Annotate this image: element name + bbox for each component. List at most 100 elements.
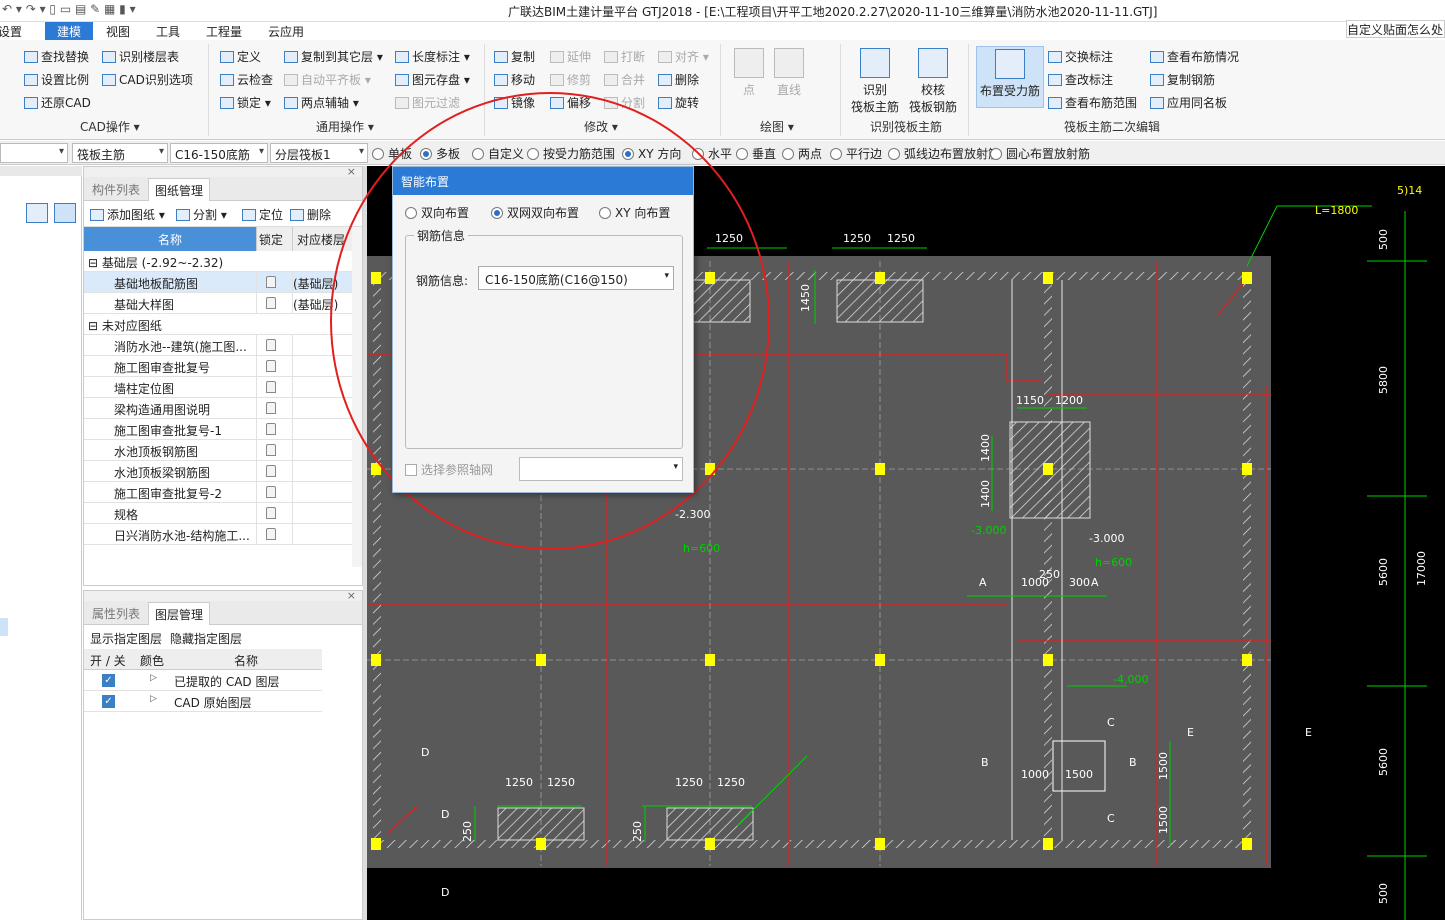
cad-options-button[interactable]: CAD识别选项 (102, 71, 193, 88)
trim-button[interactable]: 修剪 (550, 71, 591, 88)
col-name[interactable]: 名称 (84, 227, 256, 251)
lock-button[interactable]: 锁定 ▾ (220, 94, 271, 111)
menu-settings[interactable]: 设置 (0, 22, 28, 40)
mirror-button[interactable]: 镜像 (494, 94, 535, 111)
rebar-info-select[interactable]: C16-150底筋(C16@150) ▾ (478, 266, 674, 290)
tree-row[interactable]: 施工图审查批复号-2 (84, 482, 352, 503)
lock-icon[interactable] (266, 339, 276, 351)
tree-row[interactable]: 基础地板配筋图 (基础层) (84, 272, 352, 293)
lock-icon[interactable] (266, 465, 276, 477)
tree-row[interactable]: 施工图审查批复号-1 (84, 419, 352, 440)
tree-group[interactable]: ⊟ 未对应图纸 (84, 314, 352, 335)
apply-same-plate-button[interactable]: 应用同名板 (1150, 94, 1227, 111)
cad-ops-group-label[interactable]: CAD操作 ▾ (80, 118, 140, 135)
align-button[interactable]: 对齐 ▾ (658, 48, 709, 65)
slab-combo[interactable]: 分层筏板1 (270, 143, 368, 163)
menu-view[interactable]: 视图 (100, 22, 136, 40)
find-replace-button[interactable]: 查找替换 (24, 48, 89, 65)
hide-layers-link[interactable]: 隐藏指定图层 (170, 630, 242, 647)
view-rebar-info-button[interactable]: 查看布筋情况 (1150, 48, 1239, 65)
mode-radio-7[interactable]: 两点 (782, 145, 822, 162)
offset-button[interactable]: 偏移 (550, 94, 591, 111)
split-drawing-button[interactable]: 分割 ▾ (176, 206, 227, 223)
axis-select[interactable]: ▾ (519, 457, 683, 481)
delete-drawing-button[interactable]: 删除 (290, 206, 331, 223)
auto-flat-button[interactable]: 自动平齐板 ▾ (284, 71, 371, 88)
delete-button[interactable]: 删除 (658, 71, 699, 88)
tab-property-list[interactable]: 属性列表 (86, 605, 146, 622)
quick-access-icons[interactable]: ↶ ▾ ↷ ▾ ▯ ▭ ▤ ✎ ▦ ▮ ▾ (2, 2, 136, 16)
lock-icon[interactable] (266, 381, 276, 393)
copy-button[interactable]: 复制 (494, 48, 535, 65)
merge-button[interactable]: 合并 (604, 71, 645, 88)
tree-row[interactable]: 规格 (84, 503, 352, 524)
tree-row[interactable]: 消防水池--建筑(施工图... (84, 335, 352, 356)
tree-row[interactable]: 墙柱定位图 (84, 377, 352, 398)
locate-drawing-button[interactable]: 定位 (242, 206, 283, 223)
grid-view-icon[interactable] (54, 203, 76, 223)
draw-point-button[interactable]: 点 (732, 48, 766, 99)
tab-drawing-management[interactable]: 图纸管理 (148, 178, 211, 201)
element-filter-button[interactable]: 图元过滤 (395, 94, 460, 111)
tree-row[interactable]: 基础大样图 (基础层) (84, 293, 352, 314)
rebar-combo[interactable]: C16-150底筋 (170, 143, 268, 163)
lock-icon[interactable] (266, 297, 276, 309)
split-button[interactable]: 分割 (604, 94, 645, 111)
tree-row[interactable]: 水池顶板梁钢筋图 (84, 461, 352, 482)
tree-row[interactable]: 日兴消防水池-结构施工... (84, 524, 352, 545)
lock-icon[interactable] (266, 528, 276, 540)
add-drawing-button[interactable]: 添加图纸 ▾ (90, 206, 165, 223)
floor-combo[interactable] (0, 143, 68, 163)
mode-radio-3[interactable]: 按受力筋范围 (527, 145, 615, 162)
tree-row[interactable]: 梁构造通用图说明 (84, 398, 352, 419)
mode-radio-4[interactable]: XY 方向 (622, 145, 681, 162)
lock-icon[interactable] (266, 276, 276, 288)
mode-radio-6[interactable]: 垂直 (736, 145, 776, 162)
lock-icon[interactable] (266, 486, 276, 498)
mode-radio-0[interactable]: 单板 (372, 145, 412, 162)
two-point-axis-button[interactable]: 两点辅轴 ▾ (284, 94, 359, 111)
move-button[interactable]: 移动 (494, 71, 535, 88)
extend-button[interactable]: 延伸 (550, 48, 591, 65)
element-save-button[interactable]: 图元存盘 ▾ (395, 71, 470, 88)
set-scale-button[interactable]: 设置比例 (24, 71, 89, 88)
mode-radio-8[interactable]: 平行边 (830, 145, 882, 162)
lock-icon[interactable] (266, 507, 276, 519)
draw-line-button[interactable]: 直线 (772, 48, 806, 99)
menu-cloud[interactable]: 云应用 (262, 22, 310, 40)
tab-layer-management[interactable]: 图层管理 (148, 602, 211, 625)
list-view-icon[interactable] (26, 203, 48, 223)
tree-group[interactable]: ⊟ 基础层 (-2.92~-2.32) (84, 251, 352, 272)
lock-icon[interactable] (266, 360, 276, 372)
expand-icon[interactable]: ▷ (150, 694, 157, 704)
copy-to-floor-button[interactable]: 复制到其它层 ▾ (284, 48, 383, 65)
mode-xy[interactable]: XY 向布置 (599, 204, 670, 221)
check-mark-button[interactable]: 查改标注 (1048, 71, 1113, 88)
layer-row[interactable]: ✓ ▷ 已提取的 CAD 图层 (84, 670, 322, 691)
rotate-button[interactable]: 旋转 (658, 94, 699, 111)
mode-radio-10[interactable]: 圆心布置放射筋 (990, 145, 1090, 162)
identify-main-rebar-button[interactable]: 识别 筏板主筋 (848, 48, 902, 116)
modify-group-label[interactable]: 修改 ▾ (584, 118, 618, 135)
draw-group-label[interactable]: 绘图 ▾ (760, 118, 794, 135)
lock-icon[interactable] (266, 444, 276, 456)
check-main-rebar-button[interactable]: 校核 筏板钢筋 (906, 48, 960, 116)
mode-radio-9[interactable]: 弧线边布置放射筋 (888, 145, 1000, 162)
view-rebar-range-button[interactable]: 查看布筋范围 (1048, 94, 1137, 111)
menu-tools[interactable]: 工具 (150, 22, 186, 40)
scrollbar[interactable] (352, 227, 362, 567)
copy-rebar-button[interactable]: 复制钢筋 (1150, 71, 1215, 88)
mode-bidirectional[interactable]: 双向布置 (405, 204, 469, 221)
tree-row[interactable]: 水池顶板钢筋图 (84, 440, 352, 461)
mode-radio-5[interactable]: 水平 (692, 145, 732, 162)
define-button[interactable]: 定义 (220, 48, 261, 65)
layer-toggle-checkbox[interactable]: ✓ (102, 695, 115, 708)
col-lock[interactable]: 锁定 (256, 227, 292, 251)
tree-row[interactable]: 施工图审查批复号 (84, 356, 352, 377)
type-combo[interactable]: 筏板主筋 (72, 143, 168, 163)
swap-mark-button[interactable]: 交换标注 (1048, 48, 1113, 65)
tab-component-list[interactable]: 构件列表 (86, 181, 146, 198)
identify-floors-button[interactable]: 识别楼层表 (102, 48, 179, 65)
cloud-check-button[interactable]: 云检查 (220, 71, 273, 88)
show-layers-link[interactable]: 显示指定图层 (90, 630, 162, 647)
